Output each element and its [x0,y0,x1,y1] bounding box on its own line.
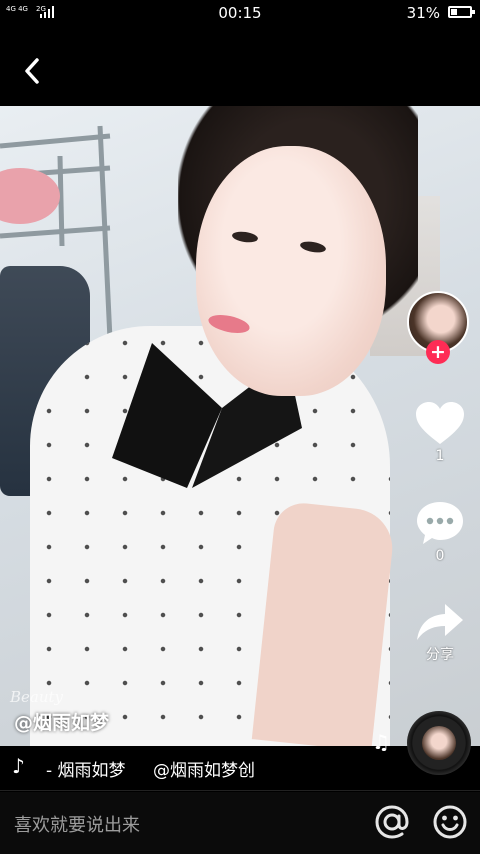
status-bar: 4G 4G 2G 00:15 31% [0,0,480,26]
like-button[interactable]: 1 [410,400,470,464]
share-arrow-icon [417,604,463,640]
creator-avatar-group[interactable]: + [407,291,469,364]
comment-input[interactable] [12,810,356,840]
comment-count: 0 [435,548,445,564]
tiktok-music-icon: ♪ [12,754,25,778]
music-info-row[interactable]: ♪ - 烟雨如梦 @烟雨如梦创 [0,746,400,788]
music-disc[interactable] [407,711,471,775]
music-creator: @烟雨如梦创 [152,761,255,781]
video-screen: 4G 4G 2G 00:15 31% Beauty + 1 0 分享 @烟雨如梦… [0,0,480,854]
battery-fill [451,9,457,15]
follow-button[interactable]: + [426,340,450,364]
face [196,146,386,396]
arm [251,500,397,746]
comment-bar [0,792,480,854]
left-eye [231,230,259,244]
at-sign-icon[interactable] [374,804,410,840]
disc-avatar [422,726,456,760]
video-frame[interactable]: Beauty [0,106,480,746]
battery-percent: 31% [406,4,440,22]
like-count: 1 [435,448,445,464]
comment-button[interactable]: 0 [410,500,470,564]
chevron-left-icon [25,58,39,84]
share-label: 分享 [426,647,454,663]
chat-bubble-icon [417,502,463,544]
author-handle[interactable]: @烟雨如梦 [14,708,109,735]
music-marquee: - 烟雨如梦 @烟雨如梦创 [46,756,277,781]
back-button[interactable] [18,56,48,86]
share-button[interactable]: 分享 [410,602,470,664]
heart-icon [416,402,464,444]
battery-icon [448,6,475,18]
divider [0,790,480,791]
smiley-icon[interactable] [432,804,468,840]
music-title: - 烟雨如梦 [46,761,126,781]
beauty-watermark: Beauty [10,688,64,706]
right-eye [299,239,327,255]
